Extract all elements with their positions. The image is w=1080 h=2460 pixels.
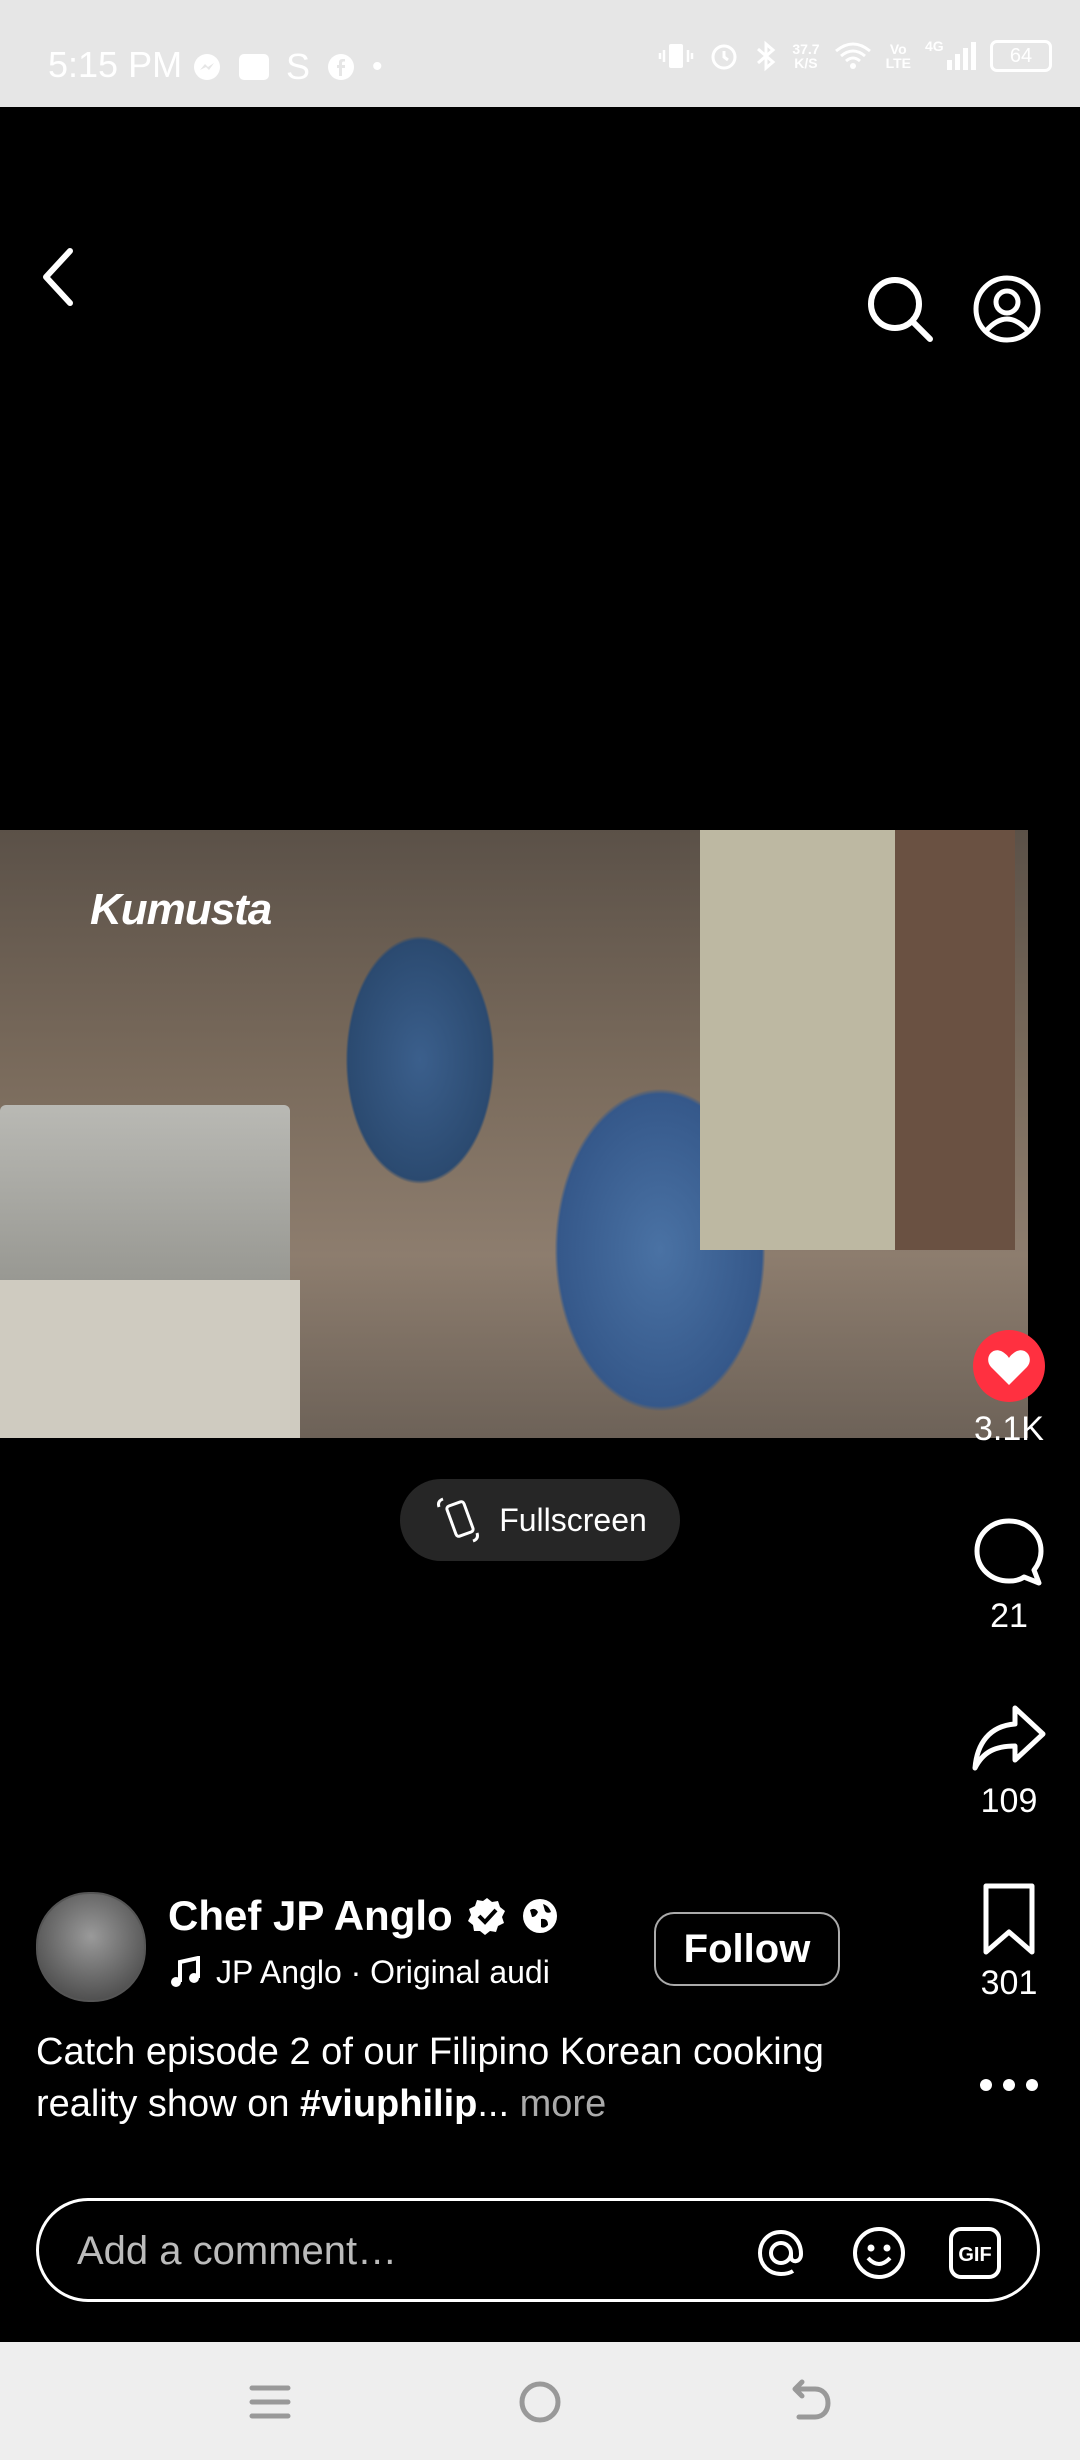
- share-count: 109: [980, 1782, 1038, 1820]
- recents-button[interactable]: [230, 2372, 310, 2432]
- search-icon: [868, 277, 933, 342]
- battery-indicator: 64: [990, 40, 1052, 72]
- avatar[interactable]: [36, 1892, 146, 2002]
- s-app-icon: S: [286, 46, 311, 87]
- signal-indicator: 4G: [925, 38, 976, 70]
- comment-placeholder: Add a comment…: [77, 2229, 398, 2273]
- gif-button[interactable]: GIF: [945, 2223, 1005, 2283]
- volte: Vo LTE: [885, 41, 911, 71]
- bookmark-icon: [983, 1883, 1035, 1955]
- mention-button[interactable]: [751, 2223, 811, 2283]
- more-icon: [980, 2079, 1038, 2091]
- save-count: 301: [980, 1964, 1038, 2002]
- comment-icon: [974, 1518, 1044, 1586]
- follow-button[interactable]: Follow: [654, 1912, 840, 1986]
- video-scene-counter: [0, 1280, 300, 1438]
- video-scene-door: [700, 830, 920, 1250]
- home-icon: [519, 2381, 561, 2423]
- menu-icon: [249, 2385, 291, 2419]
- facebook-icon: [328, 54, 355, 80]
- system-back-button[interactable]: [770, 2372, 850, 2432]
- dot-icon: •: [372, 50, 383, 83]
- caption-ellipsis: ...: [477, 2083, 510, 2125]
- back-icon: [43, 248, 73, 306]
- save-action[interactable]: 301: [944, 1882, 1074, 2003]
- comment-input[interactable]: Add a comment… GIF: [36, 2198, 1040, 2302]
- music-icon: [171, 1955, 200, 1987]
- video-player[interactable]: Kumusta: [0, 830, 1028, 1438]
- author-name-row[interactable]: Chef JP Anglo: [168, 1892, 559, 1940]
- bluetooth-icon: [757, 40, 776, 72]
- wifi-icon: [834, 42, 871, 69]
- app-notification-icon: [239, 54, 269, 80]
- audio-name: JP Anglo · Original audi: [216, 1954, 550, 1990]
- notification-icons: S •: [192, 46, 383, 88]
- profile-icon: [973, 275, 1041, 343]
- net-speed: 37.7 K/S: [792, 41, 820, 71]
- fullscreen-button[interactable]: Fullscreen: [400, 1479, 680, 1561]
- video-watermark: Kumusta: [90, 885, 272, 934]
- emoji-icon: [853, 2227, 905, 2279]
- alarm-icon: [711, 44, 737, 70]
- globe-icon: [522, 1899, 557, 1933]
- verified-icon: [467, 1898, 505, 1935]
- status-bar: 5:15 PM S • 37.7 K/S Vo LTE 4G 64: [0, 0, 1080, 107]
- home-button[interactable]: [500, 2372, 580, 2432]
- system-icons: 37.7 K/S Vo LTE 4G 64: [658, 38, 1052, 72]
- vibrate-icon: [659, 44, 694, 68]
- search-button[interactable]: [858, 267, 942, 351]
- caption-hashtag[interactable]: #viuphilip: [300, 2083, 477, 2125]
- video-scene-frame: [895, 830, 1015, 1250]
- share-icon: [972, 1705, 1046, 1771]
- caption[interactable]: Catch episode 2 of our Filipino Korean c…: [36, 2026, 896, 2126]
- like-action[interactable]: 3.1K: [944, 1328, 1074, 1449]
- messenger-icon: [194, 54, 220, 80]
- mention-icon: [757, 2229, 804, 2277]
- author-name: Chef JP Anglo: [168, 1892, 453, 1939]
- share-action[interactable]: 109: [944, 1700, 1074, 1821]
- comment-action[interactable]: 21: [944, 1515, 1074, 1636]
- gif-icon: GIF: [949, 2227, 1001, 2279]
- more-button[interactable]: [964, 2060, 1054, 2110]
- audio-link[interactable]: JP Anglo · Original audi: [168, 1954, 648, 1991]
- heart-icon: [973, 1330, 1045, 1402]
- like-count: 3.1K: [974, 1410, 1044, 1448]
- system-back-icon: [792, 2379, 831, 2420]
- fullscreen-icon: [437, 1497, 480, 1543]
- caption-more-link[interactable]: more: [509, 2083, 607, 2125]
- top-nav: [0, 107, 1080, 343]
- system-nav-bar: [0, 2342, 1080, 2460]
- svg-text:GIF: GIF: [958, 2244, 991, 2266]
- profile-button[interactable]: [965, 267, 1049, 351]
- comment-count: 21: [990, 1597, 1028, 1635]
- back-button[interactable]: [30, 237, 86, 317]
- emoji-button[interactable]: [849, 2223, 909, 2283]
- status-time: 5:15 PM: [48, 44, 183, 85]
- fullscreen-label: Fullscreen: [499, 1501, 647, 1538]
